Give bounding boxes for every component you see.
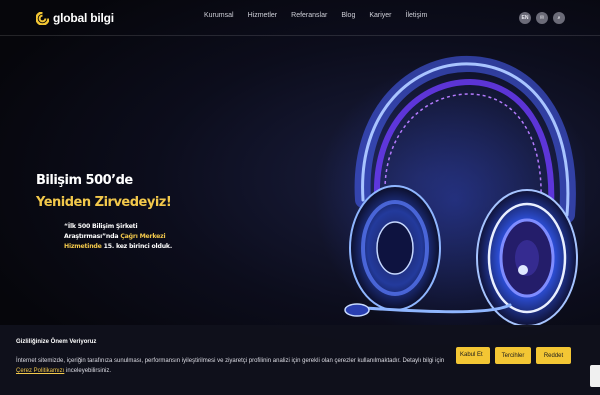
nav-item-blog[interactable]: Blog bbox=[341, 12, 355, 19]
nav-item-iletisim[interactable]: İletişim bbox=[406, 12, 428, 19]
logo[interactable]: global bilgi bbox=[36, 10, 114, 26]
logo-icon bbox=[36, 11, 49, 25]
cookie-policy-link[interactable]: Çerez Politikamızı bbox=[16, 368, 64, 374]
hero-title-line1: Bilişim 500’de bbox=[36, 173, 133, 188]
recaptcha-badge[interactable] bbox=[590, 365, 600, 387]
nav-item-kariyer[interactable]: Kariyer bbox=[369, 12, 391, 19]
accept-button[interactable]: Kabul Et bbox=[456, 347, 490, 364]
page: global bilgi Kurumsal Hizmetler Referans… bbox=[0, 0, 600, 395]
site-header: global bilgi Kurumsal Hizmetler Referans… bbox=[0, 0, 600, 36]
nav-item-referanslar[interactable]: Referanslar bbox=[291, 12, 327, 19]
logo-text: global bilgi bbox=[53, 11, 114, 25]
cookie-banner: Gizliliğinize Önem Veriyoruz İnternet si… bbox=[0, 325, 600, 395]
cookie-buttons: Kabul Et Tercihler Reddet bbox=[456, 347, 571, 364]
cookie-text: İnternet sitemizde, içeriğin tarafınıza … bbox=[16, 356, 446, 376]
hero-sub-part3: 15. kez birinci olduk. bbox=[103, 243, 173, 250]
hero-title-line2: Yeniden Zirvedeyiz! bbox=[36, 195, 172, 210]
hero-title: Bilişim 500’de Yeniden Zirvedeyiz! bbox=[36, 170, 196, 214]
header-icons: EN ✉ ⌕ bbox=[519, 12, 565, 24]
preferences-button[interactable]: Tercihler bbox=[495, 347, 531, 364]
language-icon[interactable]: EN bbox=[519, 12, 531, 24]
reject-button[interactable]: Reddet bbox=[536, 347, 571, 364]
hero-subtitle: “İlk 500 Bilişim Şirketi Araştırması”nda… bbox=[64, 222, 174, 252]
mail-icon[interactable]: ✉ bbox=[536, 12, 548, 24]
headset-illustration bbox=[315, 55, 585, 340]
cookie-text-after: inceleyebilirsiniz. bbox=[64, 368, 112, 374]
cookie-text-before: İnternet sitemizde, içeriğin tarafınıza … bbox=[16, 358, 445, 364]
cookie-title: Gizliliğinize Önem Veriyoruz bbox=[16, 339, 97, 345]
search-icon[interactable]: ⌕ bbox=[553, 12, 565, 24]
main-nav: Kurumsal Hizmetler Referanslar Blog Kari… bbox=[204, 12, 427, 19]
nav-item-kurumsal[interactable]: Kurumsal bbox=[204, 12, 234, 19]
nav-item-hizmetler[interactable]: Hizmetler bbox=[248, 12, 278, 19]
